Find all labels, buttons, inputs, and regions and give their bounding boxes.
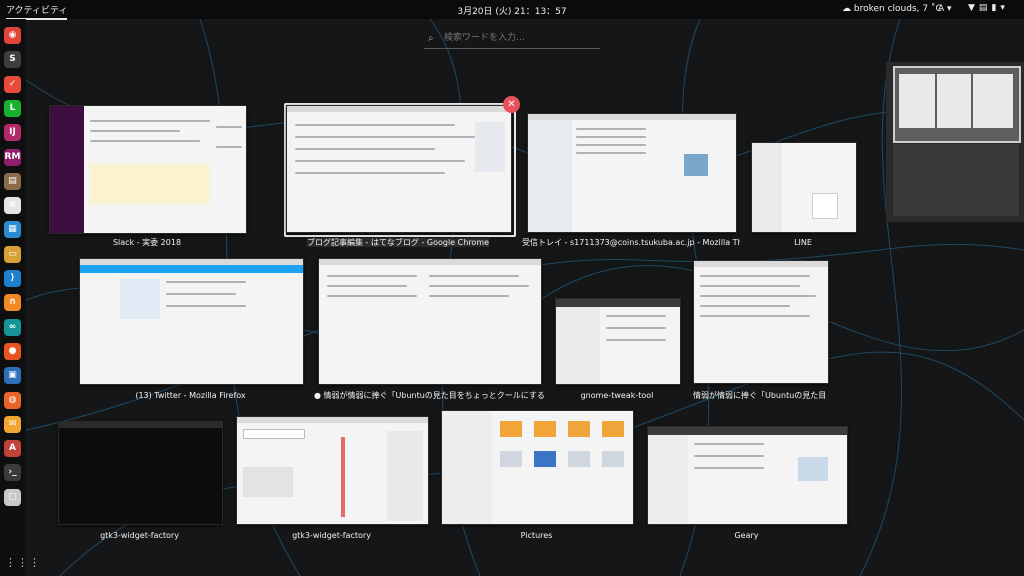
intellij-icon[interactable]: IJ (4, 124, 21, 142)
arduino-icon[interactable]: ∞ (4, 318, 21, 336)
window-thumbnail[interactable] (647, 426, 848, 525)
clipboard-icon: ▤ (978, 3, 992, 13)
mail-icon[interactable]: ✉ (4, 415, 21, 433)
rubymine-icon[interactable]: RM (4, 148, 21, 166)
weather-indicator[interactable]: ☁ broken clouds, 7 ˚C (842, 4, 942, 14)
window-title: 受信トレイ - s1711373@coins.tsukuba.ac.jp - M… (522, 238, 740, 247)
ubuntu-software-icon[interactable]: ● (4, 342, 21, 360)
system-menu[interactable]: ▼▤▮▾ (968, 3, 1009, 13)
search-box[interactable]: ⌕ (424, 30, 600, 49)
calendar-icon[interactable]: ▦ (4, 221, 21, 239)
dash: ◉ S ✓ L IJ RM ▤ ≡ ▦ ▭ ⟩ ∩ ∞ ● ▣ ◍ ✉ A ›_ ▢ ⋮⋮⋮ (0, 19, 40, 576)
input-method-indicator[interactable]: A ▾ (938, 4, 952, 14)
window-title: gtk3-widget-factory (292, 531, 371, 540)
screenshot-icon[interactable]: ▢ (4, 488, 21, 506)
window-thumbnail[interactable] (49, 105, 247, 234)
window-thumbnail[interactable] (318, 258, 542, 385)
chrome-icon[interactable]: ◉ (4, 27, 21, 44)
todoist-icon[interactable]: ✓ (4, 75, 21, 93)
close-window-button[interactable]: ✕ (503, 96, 520, 113)
slack-icon[interactable]: S (4, 51, 21, 69)
window-thumbnail[interactable] (79, 258, 304, 385)
window-thumbnail[interactable] (527, 113, 737, 233)
top-bar: アクティビティ 3月20日 (火) 21：13：57 ☁ broken clou… (0, 0, 1024, 20)
battery-icon: ▮ (991, 3, 1001, 13)
window-thumbnail[interactable] (555, 298, 681, 385)
search-icon: ⌕ (428, 33, 434, 44)
window-title: Slack - 実委 2018 (112, 238, 182, 247)
headphones-icon[interactable]: ∩ (4, 294, 21, 312)
fonts-icon[interactable]: A (4, 440, 21, 458)
weather-text: broken clouds, 7 ˚C (853, 4, 942, 14)
window-title: gnome-tweak-tool (580, 391, 654, 400)
workspace-1[interactable] (893, 66, 1021, 143)
files-icon[interactable]: ▤ (4, 172, 21, 190)
folder-icon[interactable]: ▭ (4, 245, 21, 263)
window-title: gtk3-widget-factory (100, 531, 179, 540)
window-thumbnail[interactable] (286, 105, 512, 233)
window-title: 情弱が情弱に捧ぐ「Ubuntuの見た目… (693, 391, 827, 400)
show-applications-icon[interactable]: ⋮⋮⋮ (5, 556, 41, 569)
window-title: ● 情弱が情弱に捧ぐ「Ubuntuの見た目をちょっとクールにする方… (314, 391, 544, 400)
cloud-icon: ☁ (842, 4, 851, 14)
window-title: ブログ記事編集 - はてなブログ - Google Chrome (306, 238, 490, 247)
window-title: (13) Twitter - Mozilla Firefox (135, 391, 246, 400)
notes-icon[interactable]: ≡ (4, 197, 21, 215)
vscode-icon[interactable]: ⟩ (4, 270, 21, 287)
search-input[interactable] (442, 32, 596, 44)
window-title: Geary (734, 531, 759, 540)
window-thumbnail[interactable] (693, 260, 829, 384)
firefox-icon[interactable]: ◍ (4, 391, 21, 409)
workspace-2[interactable] (893, 144, 1019, 216)
window-title: Pictures (520, 531, 553, 540)
input-method-label: A (938, 4, 945, 14)
window-thumbnail[interactable] (751, 142, 857, 233)
window-title: LINE (794, 238, 812, 247)
terminal-icon[interactable]: ›_ (4, 464, 21, 482)
window-thumbnail[interactable] (236, 416, 429, 525)
wifi-icon: ▼ (968, 3, 979, 13)
line-icon[interactable]: L (4, 99, 21, 117)
window-thumbnail[interactable] (58, 421, 223, 525)
virtualbox-icon[interactable]: ▣ (4, 367, 21, 385)
window-thumbnail[interactable] (441, 410, 634, 525)
